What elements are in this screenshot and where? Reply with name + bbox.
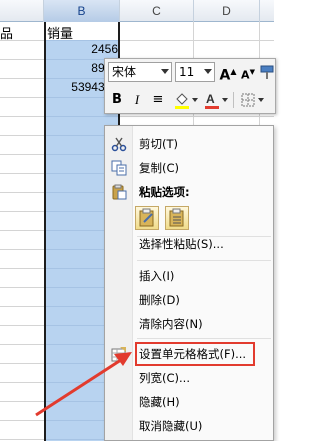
font-name-select[interactable]: 宋体 xyxy=(108,62,172,82)
menu-separator xyxy=(137,260,271,261)
mini-toolbar-row-1: 宋体 11 A▲ A▼ xyxy=(105,59,277,85)
cell-b2[interactable]: 2456 xyxy=(60,42,118,56)
chevron-down-icon xyxy=(161,69,169,74)
mini-toolbar-row-2: B I ≡ A xyxy=(105,87,277,113)
grow-font-label: A xyxy=(219,67,231,84)
font-color-button[interactable]: A xyxy=(203,90,229,110)
context-menu: 剪切(T) 复制(C) 粘贴选项: 选择性粘贴(S)... 插入(I) 删除(D… xyxy=(104,125,274,441)
format-cells-highlight xyxy=(135,342,255,366)
menu-item-paste-options: 粘贴选项: xyxy=(105,180,273,204)
menu-item-copy[interactable]: 复制(C) xyxy=(105,156,273,180)
paste-values-button[interactable] xyxy=(165,206,189,230)
paste-values-icon xyxy=(169,208,184,227)
borders-icon xyxy=(241,93,264,107)
scissors-icon xyxy=(111,137,127,152)
menu-item-hide[interactable]: 隐藏(H) xyxy=(105,390,273,414)
borders-button[interactable] xyxy=(239,90,265,110)
menu-separator xyxy=(137,338,271,339)
shrink-font-label: A xyxy=(241,68,250,82)
column-header-a[interactable] xyxy=(0,0,44,22)
menu-label-paste-special: 选择性粘贴(S)... xyxy=(139,237,224,251)
mini-toolbar: 宋体 11 A▲ A▼ B I ≡ A xyxy=(104,58,276,114)
paste-icon xyxy=(112,184,127,200)
menu-item-delete[interactable]: 删除(D) xyxy=(105,288,273,312)
format-painter-button[interactable] xyxy=(259,62,275,82)
menu-item-cut[interactable]: 剪切(T) xyxy=(105,132,273,156)
svg-text:A: A xyxy=(206,92,215,106)
paste-option-button[interactable] xyxy=(135,206,159,230)
column-header-row: B C D xyxy=(0,0,274,22)
fill-color-button[interactable] xyxy=(173,90,199,110)
menu-item-insert[interactable]: 插入(I) xyxy=(105,264,273,288)
menu-label-cut: 剪切(T) xyxy=(139,137,178,151)
cell-a1[interactable]: 品 xyxy=(0,23,13,42)
paste-options-row xyxy=(105,206,273,234)
menu-item-paste-special[interactable]: 选择性粘贴(S)... xyxy=(105,232,273,256)
font-size-value: 11 xyxy=(179,65,195,79)
menu-label-hide: 隐藏(H) xyxy=(139,395,180,409)
font-name-value: 宋体 xyxy=(112,65,137,79)
bold-button[interactable]: B xyxy=(109,90,125,110)
menu-item-column-width[interactable]: 列宽(C)... xyxy=(105,366,273,390)
center-align-button[interactable]: ≡ xyxy=(149,90,167,110)
font-size-select[interactable]: 11 xyxy=(175,62,215,82)
menu-label-copy: 复制(C) xyxy=(139,161,180,175)
format-painter-icon xyxy=(260,65,274,79)
menu-item-clear-contents[interactable]: 清除内容(N) xyxy=(105,312,273,336)
cell-b1[interactable]: 销量 xyxy=(47,23,73,42)
fill-bucket-icon xyxy=(175,93,198,109)
column-header-c[interactable]: C xyxy=(120,0,194,22)
italic-button[interactable]: I xyxy=(129,90,145,110)
menu-label-clear-contents: 清除内容(N) xyxy=(139,317,203,331)
font-color-icon: A xyxy=(205,92,228,109)
format-cells-icon xyxy=(111,347,126,362)
menu-label-paste-options: 粘贴选项: xyxy=(139,185,190,199)
menu-label-unhide: 取消隐藏(U) xyxy=(139,419,203,433)
menu-item-unhide[interactable]: 取消隐藏(U) xyxy=(105,414,273,438)
shrink-font-button[interactable]: A▼ xyxy=(239,62,257,82)
toolbar-separator xyxy=(233,92,234,108)
menu-label-insert: 插入(I) xyxy=(139,269,175,283)
grow-font-button[interactable]: A▲ xyxy=(219,62,237,84)
copy-icon xyxy=(111,160,127,176)
column-header-d[interactable]: D xyxy=(194,0,260,22)
menu-label-delete: 删除(D) xyxy=(139,293,180,307)
menu-label-column-width: 列宽(C)... xyxy=(139,371,190,385)
paste-clipboard-icon xyxy=(139,208,154,227)
column-header-b[interactable]: B xyxy=(44,0,120,22)
chevron-down-icon xyxy=(204,69,212,74)
